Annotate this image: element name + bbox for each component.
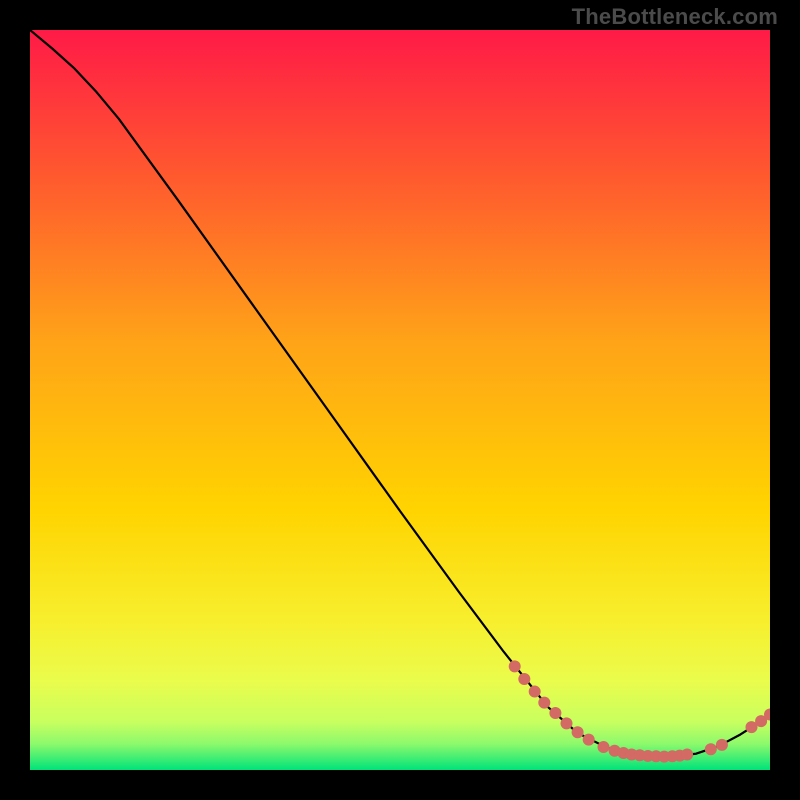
watermark-text: TheBottleneck.com [572, 4, 778, 30]
data-marker [509, 660, 521, 672]
chart-svg [30, 30, 770, 770]
data-marker [598, 741, 610, 753]
data-marker [705, 743, 717, 755]
data-marker [561, 717, 573, 729]
data-marker [549, 707, 561, 719]
data-marker [572, 726, 584, 738]
data-marker [716, 739, 728, 751]
data-marker [681, 748, 693, 760]
data-marker [529, 686, 541, 698]
data-marker [518, 673, 530, 685]
gradient-background [30, 30, 770, 770]
data-marker [538, 697, 550, 709]
chart-container: TheBottleneck.com [0, 0, 800, 800]
plot-area [30, 30, 770, 770]
data-marker [583, 734, 595, 746]
